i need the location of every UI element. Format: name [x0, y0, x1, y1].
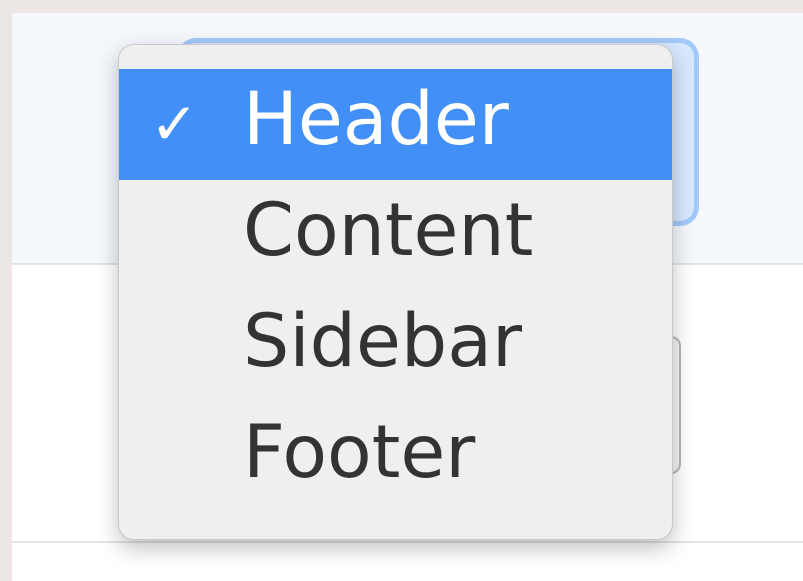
menu-item-sidebar[interactable]: Sidebar [119, 291, 672, 402]
menu-item-content[interactable]: Content [119, 180, 672, 291]
layout-section-dropdown[interactable]: ✓ Header Content Sidebar Footer [118, 44, 673, 540]
menu-item-footer[interactable]: Footer [119, 402, 672, 513]
menu-item-label: Content [243, 188, 534, 273]
menu-item-header[interactable]: ✓ Header [119, 69, 672, 180]
menu-item-label: Sidebar [243, 299, 522, 384]
panel-divider [12, 541, 803, 543]
screenshot-canvas: ✓ Header Content Sidebar Footer [0, 0, 803, 581]
checkmark-icon: ✓ [150, 90, 199, 158]
menu-item-label: Footer [243, 410, 476, 495]
menu-item-label: Header [243, 77, 509, 162]
